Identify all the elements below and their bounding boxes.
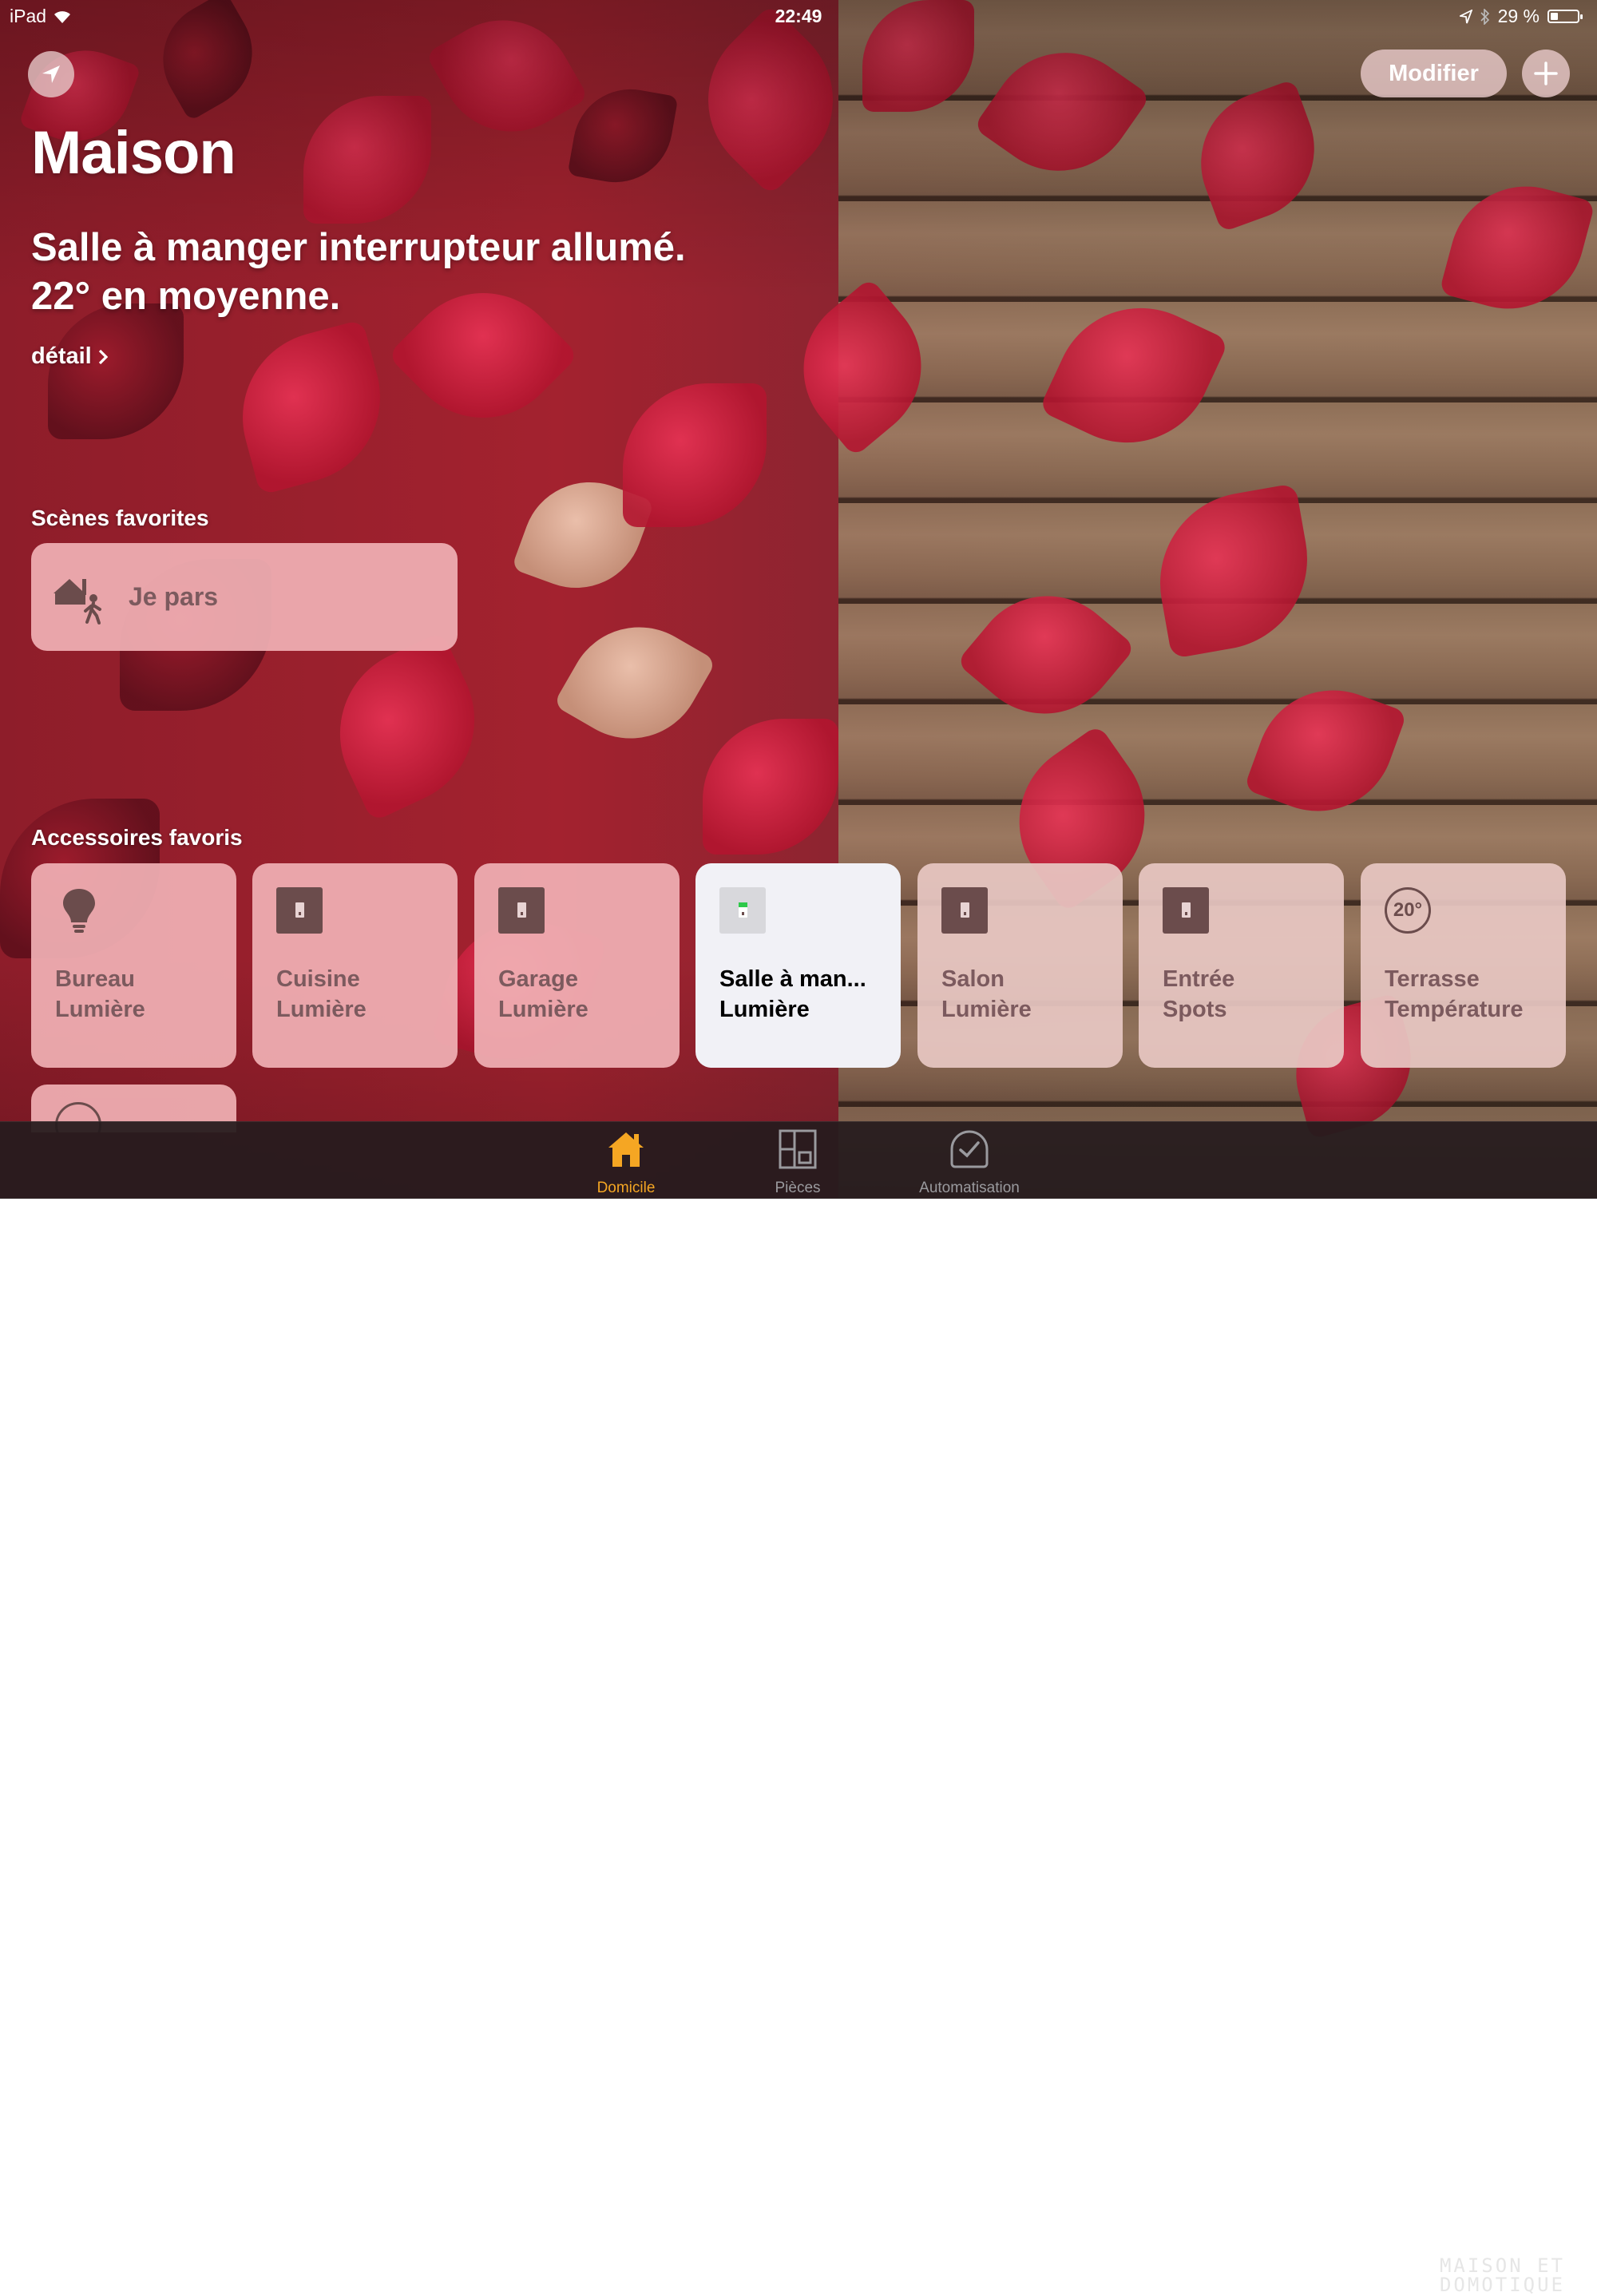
switch-knob <box>961 902 969 918</box>
switch-icon-wrap <box>941 887 989 935</box>
battery-icon <box>1547 10 1583 23</box>
location-arrow-icon <box>42 65 60 83</box>
switch-icon-wrap <box>498 887 546 935</box>
tab-label: Pièces <box>775 1180 821 1196</box>
accessory-tile-garage[interactable]: Garage Lumière <box>474 863 680 1068</box>
tab-automatisation[interactable]: Automatisation <box>890 1128 1049 1197</box>
accessory-tile-salon[interactable]: Salon Lumière <box>917 863 1123 1068</box>
clock-icon <box>950 1130 989 1168</box>
home-summary: Salle à manger interrupteur allumé. 22° … <box>31 224 686 321</box>
accessory-tile-cuisine[interactable]: Cuisine Lumière <box>252 863 458 1068</box>
switch-icon <box>1163 887 1209 934</box>
tab-label: Automatisation <box>919 1180 1020 1196</box>
accessory-name: Bureau Lumière <box>55 964 145 1025</box>
switch-icon-wrap <box>1163 887 1211 935</box>
accessory-type: Lumière <box>498 997 588 1022</box>
rooms-icon <box>779 1129 817 1169</box>
lightbulb-icon <box>63 889 95 933</box>
accessory-name: Salle à man... Lumière <box>719 964 866 1025</box>
thermometer-icon-wrap: 20° <box>1385 887 1433 935</box>
accessory-room: Salon <box>941 966 1005 992</box>
chevron-right-icon <box>98 349 108 364</box>
accessory-name: Garage Lumière <box>498 964 588 1025</box>
modify-button[interactable]: Modifier <box>1361 50 1507 97</box>
accessory-tile-bureau[interactable]: Bureau Lumière <box>31 863 236 1068</box>
switch-knob <box>517 902 526 918</box>
accessory-tile-entree[interactable]: Entrée Spots <box>1139 863 1344 1068</box>
status-bar: iPad 22:49 29 % <box>0 0 1597 32</box>
detail-label: détail <box>31 343 92 369</box>
accessory-tile-salle-a-manger[interactable]: Salle à man... Lumière <box>695 863 901 1068</box>
status-time: 22:49 <box>775 6 822 26</box>
battery-percent: 29 % <box>1497 6 1540 26</box>
location-arrow-icon <box>1459 9 1472 23</box>
accessory-tile-terrasse[interactable]: 20° Terrasse Température <box>1361 863 1566 1068</box>
tab-pieces[interactable]: Pièces <box>718 1128 878 1197</box>
tab-domicile[interactable]: Domicile <box>546 1128 706 1197</box>
watermark-logo: MAISON ET DOMOTIQUE <box>1440 2256 1565 2294</box>
add-button[interactable] <box>1522 50 1570 97</box>
switch-icon <box>276 887 323 934</box>
watermark-line: DOMOTIQUE <box>1439 2274 1565 2296</box>
accessory-type: Lumière <box>719 997 810 1022</box>
accessory-type: Lumière <box>276 997 367 1022</box>
accessory-type: Température <box>1385 997 1524 1022</box>
summary-line: 22° en moyenne. <box>31 275 341 318</box>
switch-knob <box>295 902 304 918</box>
status-right: 29 % <box>1459 6 1583 27</box>
switch-icon <box>941 887 988 934</box>
switch-knob <box>739 902 747 918</box>
accessory-name: Salon Lumière <box>941 964 1032 1025</box>
accessory-room: Terrasse <box>1385 966 1480 992</box>
switch-on-icon <box>719 887 766 934</box>
accessory-room: Salle à man... <box>719 966 866 992</box>
thermometer-icon: 20° <box>1385 887 1431 934</box>
scenes-section-title: Scènes favorites <box>31 506 209 530</box>
accessory-name: Cuisine Lumière <box>276 964 367 1025</box>
bluetooth-icon <box>1480 8 1489 25</box>
watermark-line: MAISON ET <box>1439 2254 1565 2277</box>
plus-icon <box>1534 61 1558 85</box>
leave-home-icon <box>53 578 101 625</box>
switch-icon-wrap <box>276 887 324 935</box>
detail-link[interactable]: détail <box>31 343 108 370</box>
accessory-room: Entrée <box>1163 966 1235 992</box>
scene-label: Je pars <box>129 582 219 611</box>
accessory-type: Spots <box>1163 997 1227 1022</box>
battery-fill <box>1551 13 1558 20</box>
switch-knob <box>1182 902 1191 918</box>
switch-icon <box>498 887 545 934</box>
accessory-room: Bureau <box>55 966 135 992</box>
accessory-name: Entrée Spots <box>1163 964 1234 1025</box>
accessory-room: Cuisine <box>276 966 360 992</box>
page-title: Maison <box>31 119 236 187</box>
summary-line: Salle à manger interrupteur allumé. <box>31 226 686 269</box>
tab-label: Domicile <box>596 1180 656 1196</box>
switch-icon-wrap <box>719 887 767 935</box>
location-button[interactable] <box>28 51 74 97</box>
accessory-type: Lumière <box>55 997 145 1022</box>
accessory-room: Garage <box>498 966 578 992</box>
accessory-type: Lumière <box>941 997 1032 1022</box>
accessory-name: Terrasse Température <box>1385 964 1524 1025</box>
scene-tile-leave[interactable]: Je pars <box>31 543 458 651</box>
home-icon <box>608 1132 644 1167</box>
tab-bar: Domicile Pièces Automatisation MAISON ET… <box>0 1121 1597 2294</box>
accessories-section-title: Accessoires favoris <box>31 825 243 850</box>
